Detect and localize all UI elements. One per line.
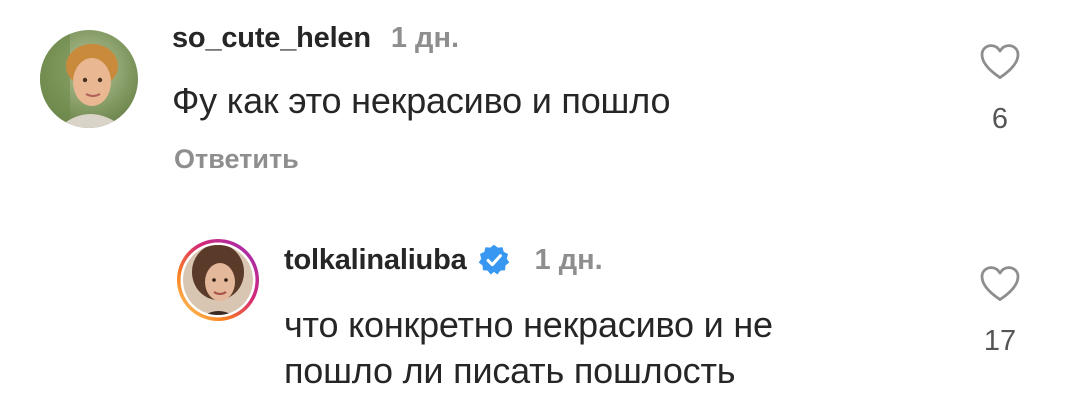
comment-2: tolkalinaliuba 1 дн. что конкретно некра… — [0, 200, 1080, 410]
like-count: 6 — [991, 103, 1009, 135]
comment-meta: tolkalinaliuba 1 дн. — [284, 242, 603, 278]
avatar[interactable] — [40, 30, 138, 128]
comment-meta: so_cute_helen 1 дн. — [172, 20, 459, 56]
reply-button[interactable]: Ответить — [174, 144, 299, 175]
username[interactable]: so_cute_helen — [172, 22, 371, 55]
timestamp: 1 дн. — [534, 243, 603, 276]
like-button[interactable]: 17 — [970, 266, 1030, 358]
heart-outline-icon[interactable] — [980, 44, 1020, 85]
timestamp: 1 дн. — [390, 21, 460, 54]
comment-text: Фу как это некрасиво и пошло — [172, 80, 671, 121]
verified-badge-icon — [477, 243, 511, 277]
comment-1: so_cute_helen 1 дн. Фу как это некрасиво… — [0, 0, 1080, 200]
avatar-story-ring[interactable] — [176, 238, 260, 322]
comment-text-line-1: что конкретно некрасиво и не — [284, 304, 773, 345]
comment-text-line-2: пошло ли писать пошлость — [284, 350, 736, 391]
heart-outline-icon[interactable] — [980, 266, 1020, 307]
username[interactable]: tolkalinaliuba — [284, 244, 467, 277]
like-count: 17 — [983, 325, 1017, 357]
like-button[interactable]: 6 — [970, 44, 1030, 136]
